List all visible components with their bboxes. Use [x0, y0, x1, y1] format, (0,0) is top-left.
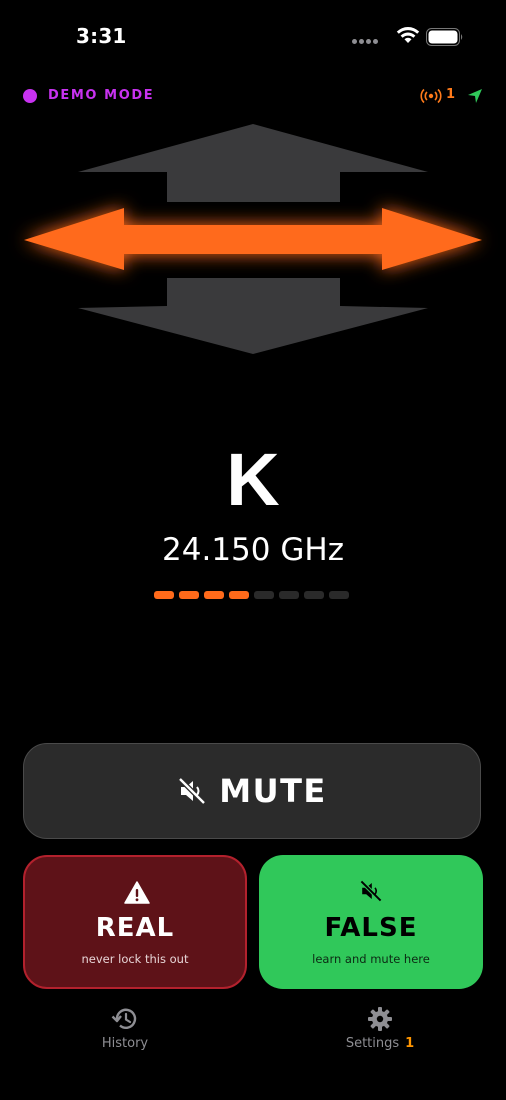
location-arrow-icon	[468, 89, 482, 103]
status-time: 3:31	[76, 24, 127, 48]
real-subtitle: never lock this out	[81, 952, 189, 966]
battery-icon	[426, 28, 463, 46]
speaker-muted-icon	[178, 777, 207, 805]
strength-segment	[254, 591, 274, 599]
status-indicators	[284, 26, 464, 46]
false-title: FALSE	[324, 913, 418, 943]
tab-history-label: History	[101, 1036, 149, 1051]
strength-segment	[279, 591, 299, 599]
false-alert-button[interactable]: FALSE learn and mute here	[259, 855, 483, 989]
real-title: REAL	[95, 913, 175, 943]
tab-history[interactable]: History	[96, 1006, 154, 1051]
strength-segment	[329, 591, 349, 599]
side-arrow-icon	[24, 208, 482, 270]
settings-badge: 1	[405, 1036, 415, 1051]
wifi-icon	[396, 27, 420, 43]
strength-segment	[229, 591, 249, 599]
warning-icon	[124, 881, 150, 904]
strength-segment	[154, 591, 174, 599]
cellular-signal-icon	[352, 39, 378, 45]
mute-button[interactable]: MUTE	[23, 743, 481, 839]
tab-settings-label: Settings	[345, 1036, 400, 1051]
demo-mode-indicator	[23, 89, 37, 103]
strength-segment	[179, 591, 199, 599]
radar-signal-icon	[420, 88, 442, 104]
direction-arrows-graphic	[24, 124, 482, 354]
speaker-muted-icon	[359, 879, 383, 903]
tab-settings[interactable]: Settings 1	[340, 1006, 420, 1051]
strength-segment	[304, 591, 324, 599]
gear-icon	[368, 1007, 392, 1031]
signal-count: 1	[446, 87, 456, 102]
rear-arrow-icon	[78, 278, 428, 354]
signal-strength-meter	[154, 591, 349, 599]
strength-segment	[204, 591, 224, 599]
history-icon	[111, 1008, 137, 1029]
false-subtitle: learn and mute here	[312, 952, 430, 966]
real-alert-button[interactable]: REAL never lock this out	[23, 855, 247, 989]
band-letter: K	[226, 438, 280, 521]
demo-mode-label: DEMO MODE	[48, 88, 155, 103]
mute-label: MUTE	[219, 772, 327, 810]
band-frequency: 24.150 GHz	[162, 532, 344, 568]
front-arrow-icon	[78, 124, 428, 202]
